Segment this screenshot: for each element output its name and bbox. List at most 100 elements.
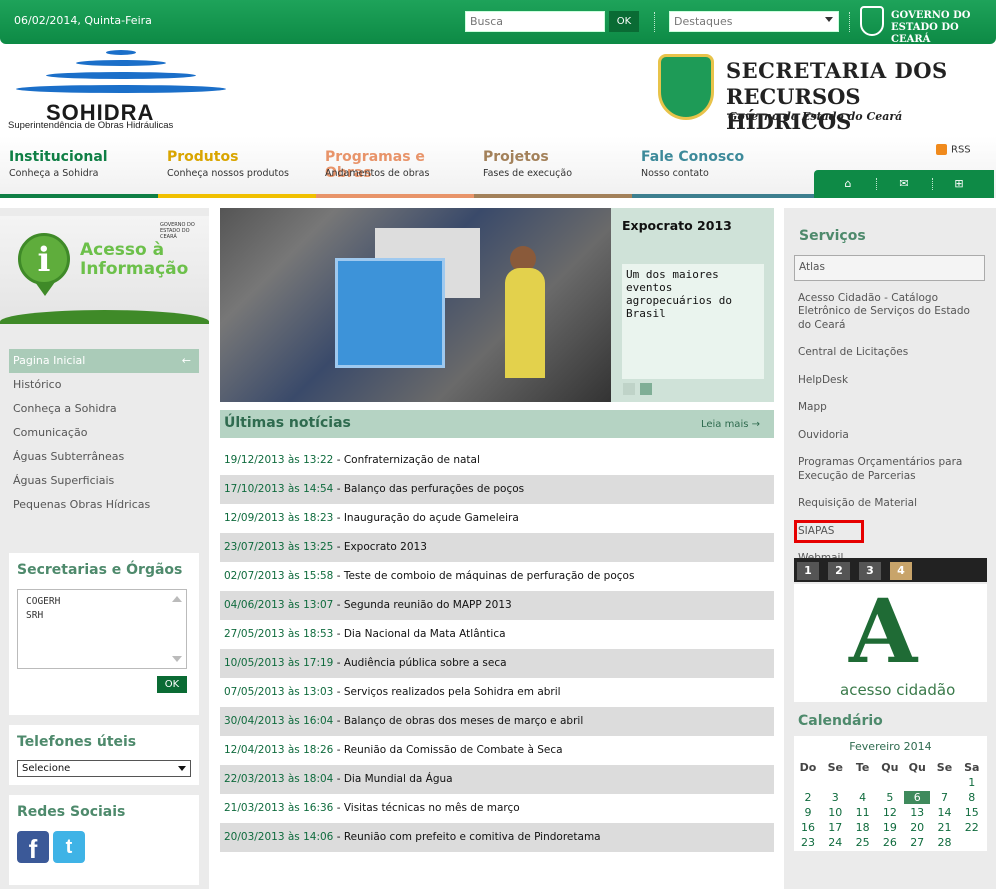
sohidra-logo[interactable]: SOHIDRA Superintendência de Obras Hidráu… [8, 50, 233, 132]
calendar-day[interactable]: 28 [932, 836, 958, 849]
calendar-day[interactable]: 4 [850, 791, 876, 804]
news-item[interactable]: 21/03/2013 às 16:36 - Visitas técnicas n… [220, 794, 774, 823]
calendar-day[interactable]: 21 [932, 821, 958, 834]
news-item[interactable]: 27/05/2013 às 18:53 - Dia Nacional da Ma… [220, 620, 774, 649]
news-headline[interactable]: - Confraternização de natal [333, 454, 480, 466]
menu-item[interactable]: Comunicação [9, 421, 199, 445]
scroll-down-icon[interactable] [172, 656, 182, 662]
calendar-day[interactable]: 7 [932, 791, 958, 804]
menu-item[interactable]: Conheça a Sohidra [9, 397, 199, 421]
news-item[interactable]: 12/09/2013 às 18:23 - Inauguração do açu… [220, 504, 774, 533]
menu-item[interactable]: Águas Subterrâneas [9, 445, 199, 469]
news-item[interactable]: 02/07/2013 às 15:58 - Teste de comboio d… [220, 562, 774, 591]
search-button[interactable]: OK [609, 11, 639, 32]
calendar-day[interactable]: 13 [904, 806, 930, 819]
scroll-up-icon[interactable] [172, 596, 182, 602]
nav-produtos[interactable]: Produtos Conheça nossos produtos [158, 136, 316, 198]
news-item[interactable]: 22/03/2013 às 18:04 - Dia Mundial da Águ… [220, 765, 774, 794]
phones-select[interactable]: Selecione [17, 760, 191, 777]
facebook-icon[interactable]: f [17, 831, 49, 864]
slider-title[interactable]: Expocrato 2013 [622, 218, 732, 233]
news-item[interactable]: 19/12/2013 às 13:22 - Confraternização d… [220, 446, 774, 475]
news-headline[interactable]: - Visitas técnicas no mês de março [333, 802, 520, 814]
news-headline[interactable]: - Serviços realizados pela Sohidra em ab… [333, 686, 561, 698]
menu-item-pagina-inicial[interactable]: Pagina Inicial ← [9, 349, 199, 373]
news-headline[interactable]: - Expocrato 2013 [333, 541, 427, 553]
service-acesso-cidadao[interactable]: Acesso Cidadão - Catálogo Eletrônico de … [794, 287, 985, 338]
orgs-ok-button[interactable]: OK [157, 676, 187, 693]
news-headline[interactable]: - Reunião da Comissão de Combate à Seca [333, 744, 563, 756]
banner-tab-4[interactable]: 4 [890, 562, 912, 580]
news-headline[interactable]: - Dia Nacional da Mata Atlântica [333, 628, 506, 640]
org-option[interactable]: COGERH [26, 595, 178, 609]
banner-tab-1[interactable]: 1 [797, 562, 819, 580]
calendar-day[interactable]: 11 [850, 806, 876, 819]
nav-fale-conosco[interactable]: Fale Conosco Nosso contato [632, 136, 814, 198]
home-icon[interactable]: ⌂ [840, 176, 856, 192]
news-item[interactable]: 10/05/2013 às 17:19 - Audiência pública … [220, 649, 774, 678]
calendar-day[interactable]: 20 [904, 821, 930, 834]
news-headline[interactable]: - Balanço das perfurações de poços [333, 483, 524, 495]
calendar-day[interactable]: 27 [904, 836, 930, 849]
slider-dot-active[interactable] [640, 383, 652, 395]
news-headline[interactable]: - Teste de comboio de máquinas de perfur… [333, 570, 635, 582]
service-siapas[interactable]: SIAPAS [794, 519, 864, 543]
calendar-day[interactable]: 25 [850, 836, 876, 849]
calendar-day[interactable]: 18 [850, 821, 876, 834]
news-headline[interactable]: - Balanço de obras dos meses de março e … [333, 715, 584, 727]
calendar-day-today[interactable]: 6 [904, 791, 931, 804]
news-item[interactable]: 20/03/2013 às 14:06 - Reunião com prefei… [220, 823, 774, 852]
rss-link[interactable]: RSS [936, 144, 971, 156]
acesso-cidadao-banner[interactable]: A acesso cidadão [794, 584, 987, 702]
menu-item[interactable]: Histórico [9, 373, 199, 397]
news-item[interactable]: 12/04/2013 às 18:26 - Reunião da Comissã… [220, 736, 774, 765]
banner-tab-2[interactable]: 2 [828, 562, 850, 580]
news-headline[interactable]: - Reunião com prefeito e comitiva de Pin… [333, 831, 601, 843]
calendar-day[interactable]: 17 [822, 821, 848, 834]
service-programas-orcamentarios[interactable]: Programas Orçamentários para Execução de… [794, 451, 985, 488]
service-mapp[interactable]: Mapp [794, 396, 985, 420]
news-headline[interactable]: - Inauguração do açude Gameleira [333, 512, 519, 524]
search-input[interactable] [465, 11, 605, 32]
calendar-day[interactable]: 12 [877, 806, 903, 819]
calendar-day[interactable]: 26 [877, 836, 903, 849]
service-atlas[interactable]: Atlas [794, 255, 985, 281]
slider-dot[interactable] [623, 383, 635, 395]
news-item[interactable]: 04/06/2013 às 13:07 - Segunda reunião do… [220, 591, 774, 620]
news-headline[interactable]: - Audiência pública sobre a seca [333, 657, 507, 669]
calendar-day[interactable]: 14 [932, 806, 958, 819]
calendar-day[interactable]: 22 [959, 821, 985, 834]
nav-institucional[interactable]: Institucional Conheça a Sohidra [0, 136, 158, 198]
acesso-informacao-banner[interactable]: i Acesso à Informação GOVERNO DO ESTADO … [0, 216, 209, 324]
featured-slider[interactable]: Expocrato 2013 Um dos maiores eventos ag… [220, 208, 774, 402]
banner-tab-3[interactable]: 3 [859, 562, 881, 580]
news-item[interactable]: 23/07/2013 às 13:25 - Expocrato 2013 [220, 533, 774, 562]
news-item[interactable]: 30/04/2013 às 16:04 - Balanço de obras d… [220, 707, 774, 736]
secretariat-logo[interactable]: SECRETARIA DOS RECURSOS HÍDRICOS Governo… [658, 52, 968, 134]
news-item[interactable]: 07/05/2013 às 13:03 - Serviços realizado… [220, 678, 774, 707]
menu-item[interactable]: Águas Superficiais [9, 469, 199, 493]
calendar-day[interactable]: 24 [822, 836, 848, 849]
twitter-icon[interactable]: t [53, 831, 85, 863]
menu-item[interactable]: Pequenas Obras Hídricas [9, 493, 199, 517]
government-logo[interactable]: GOVERNO DO ESTADO DO CEARÁ [860, 5, 990, 45]
news-headline[interactable]: - Segunda reunião do MAPP 2013 [333, 599, 512, 611]
calendar-day[interactable]: 9 [795, 806, 821, 819]
sitemap-icon[interactable]: ⊞ [951, 176, 967, 192]
orgs-listbox[interactable]: COGERH SRH [17, 589, 187, 669]
calendar-day[interactable]: 10 [822, 806, 848, 819]
service-ouvidoria[interactable]: Ouvidoria [794, 424, 985, 448]
nav-projetos[interactable]: Projetos Fases de execução [474, 136, 632, 198]
service-central-licitacoes[interactable]: Central de Licitações [794, 341, 985, 365]
calendar-day[interactable]: 1 [959, 776, 985, 789]
service-helpdesk[interactable]: HelpDesk [794, 369, 985, 393]
service-requisicao-material[interactable]: Requisição de Material [794, 492, 985, 516]
calendar-day[interactable]: 15 [959, 806, 985, 819]
calendar-day[interactable]: 8 [959, 791, 985, 804]
news-headline[interactable]: - Dia Mundial da Água [333, 773, 453, 785]
featured-photo[interactable] [220, 208, 611, 402]
highlights-select[interactable]: Destaques [669, 11, 839, 32]
calendar-day[interactable]: 2 [795, 791, 821, 804]
calendar-day[interactable]: 16 [795, 821, 821, 834]
mail-icon[interactable]: ✉ [896, 176, 912, 192]
